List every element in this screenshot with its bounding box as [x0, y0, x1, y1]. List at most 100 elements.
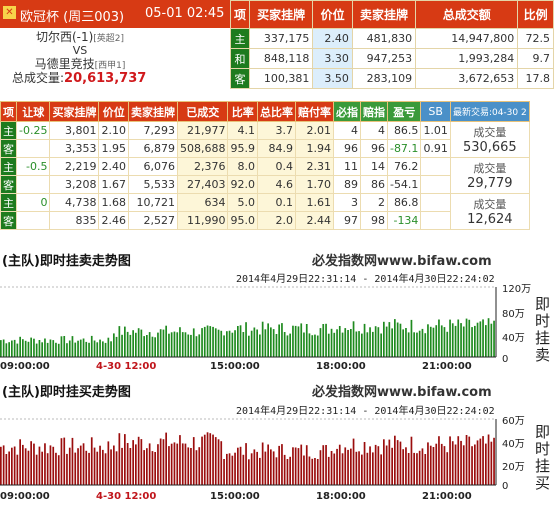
- chart-bar: [485, 443, 487, 485]
- chart2-ytick: 20万: [502, 462, 525, 473]
- chart1-site: 必发指数网www.bifaw.com: [312, 254, 492, 269]
- col-done: 已成交: [176, 101, 229, 122]
- chart-bar: [68, 340, 71, 357]
- chart-bar: [124, 434, 126, 485]
- chart-bar: [372, 452, 374, 485]
- chart-bar: [396, 322, 399, 357]
- chart-bar: [421, 328, 424, 357]
- chart-bar: [380, 333, 382, 357]
- chart2-bars: [0, 432, 495, 485]
- chart-bar: [253, 449, 256, 485]
- chart-bar: [66, 343, 68, 357]
- chart-bar: [465, 318, 468, 357]
- chart2-xtick: 15:00:00: [210, 491, 260, 502]
- chart-bar: [292, 325, 294, 357]
- chart-bar: [253, 327, 256, 357]
- chart-bar: [366, 332, 369, 357]
- chart1-ytick: 0: [502, 354, 509, 365]
- chart-bar: [226, 453, 228, 485]
- chart-bar: [190, 448, 192, 485]
- chart-bar: [248, 335, 250, 357]
- chart-bar: [325, 323, 327, 357]
- chart-bar: [168, 446, 170, 485]
- chart-bar: [380, 454, 382, 485]
- chart-bar: [88, 452, 90, 485]
- chart-bar: [90, 437, 93, 485]
- chart-bar: [181, 332, 184, 357]
- chart-bar: [322, 445, 325, 485]
- chart-bar: [281, 444, 283, 485]
- chart2-range: 2014年4月29日22:31:14 - 2014年4月30日22:24:02: [236, 406, 495, 417]
- chart-bar: [63, 437, 66, 485]
- col-item: 项: [0, 101, 17, 122]
- chart-bar: [333, 332, 336, 357]
- chart1-bars: [0, 318, 495, 357]
- chart-bar: [5, 454, 8, 485]
- chart-bar: [179, 327, 181, 357]
- chart-bar: [57, 343, 60, 357]
- chart-bar: [327, 333, 330, 357]
- chart1-title: (主队)即时挂卖走势图: [2, 254, 131, 269]
- chart-bar: [471, 446, 473, 485]
- chart-bar: [22, 339, 24, 357]
- chart-bar: [179, 435, 181, 485]
- chart-bar: [451, 441, 454, 485]
- chart-bar: [8, 342, 10, 357]
- chart-bar: [209, 433, 212, 485]
- chart1-xtick: 18:00:00: [316, 361, 366, 372]
- chart-bar: [79, 445, 82, 485]
- chart-bar: [449, 319, 451, 357]
- chart-bar: [30, 441, 32, 485]
- close-icon[interactable]: ✕: [3, 6, 16, 19]
- chart-bar: [55, 342, 57, 357]
- chart-bar: [93, 340, 96, 357]
- chart-bar: [410, 436, 413, 485]
- chart-bar: [248, 459, 250, 485]
- chart-bar: [479, 438, 482, 485]
- chart-bar: [330, 451, 333, 485]
- chart-bar: [148, 443, 151, 485]
- chart-bar: [289, 456, 291, 485]
- chart-bar: [159, 438, 162, 485]
- table-row: 客 835 2.46 2,527 11,990 95.0 2.0 2.44 97…: [0, 211, 530, 230]
- chart-bar: [261, 321, 264, 357]
- chart-bar: [85, 341, 88, 357]
- vs-label: VS: [72, 44, 88, 57]
- chart-bar: [107, 337, 110, 357]
- chart-bar: [102, 341, 104, 357]
- chart-bar: [457, 436, 460, 485]
- chart-bar: [443, 446, 446, 485]
- chart-bar: [314, 334, 316, 357]
- chart-bar: [427, 324, 429, 357]
- chart-bar: [487, 434, 490, 485]
- chart-bar: [190, 334, 192, 357]
- chart-bar: [413, 452, 415, 485]
- chart-bar: [93, 447, 96, 485]
- chart-bar: [52, 340, 55, 357]
- chart-bar: [264, 451, 267, 485]
- col-pl: 盈亏: [386, 101, 422, 122]
- chart-bar: [289, 333, 291, 357]
- chart-bar: [300, 323, 303, 357]
- chart-bar: [151, 451, 154, 485]
- chart-bar: [319, 450, 322, 485]
- chart-bar: [264, 329, 267, 357]
- chart-bar: [57, 455, 60, 485]
- chart-bar: [303, 332, 305, 357]
- chart-bar: [187, 334, 190, 357]
- chart-bar: [143, 450, 145, 485]
- chart-bar: [493, 320, 495, 357]
- chart2-plot: [0, 418, 497, 486]
- chart1-ytick: 40万: [502, 333, 525, 344]
- chart-bar: [223, 459, 225, 485]
- chart-bar: [201, 328, 203, 357]
- chart-bar: [363, 323, 366, 357]
- chart-bar: [454, 444, 457, 485]
- chart-bar: [146, 448, 148, 485]
- chart-bar: [2, 339, 5, 357]
- chart-bar: [82, 443, 85, 485]
- chart-bar: [237, 447, 239, 485]
- chart-bar: [421, 448, 424, 485]
- chart-bar: [270, 449, 272, 485]
- chart-bar: [294, 325, 297, 357]
